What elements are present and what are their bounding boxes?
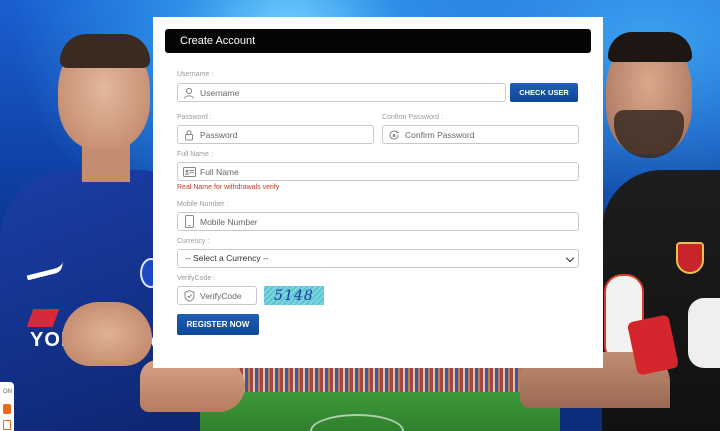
confirm-password-field[interactable]: Confirm Password	[382, 125, 579, 144]
create-account-panel: Create Account Username : Username CHECK…	[153, 17, 603, 368]
full-name-hint: Real Name for withdrawals verify	[177, 184, 280, 191]
mobile-number-field[interactable]: Mobile Number	[177, 212, 579, 231]
currency-select[interactable]: -- Select a Currency --	[177, 249, 579, 268]
mobile-phone-icon	[178, 213, 200, 230]
username-label: Username :	[177, 71, 214, 78]
username-placeholder: Username	[200, 87, 240, 98]
goalkeeper-glove-right	[688, 298, 720, 368]
full-name-placeholder: Full Name	[200, 166, 239, 177]
panel-title: Create Account	[165, 29, 591, 53]
verify-code-label: VerifyCode :	[177, 275, 216, 282]
captcha-image[interactable]: 5148	[264, 286, 324, 305]
password-label: Password :	[177, 114, 212, 121]
password-field[interactable]: Password	[177, 125, 374, 144]
mobile-label: Mobile Number :	[177, 201, 229, 208]
portugal-badge	[676, 242, 704, 274]
user-icon	[178, 84, 200, 101]
verify-code-field[interactable]: VerifyCode	[177, 286, 257, 305]
currency-selected-value: -- Select a Currency --	[185, 253, 269, 263]
left-player-hair	[60, 34, 150, 68]
id-card-icon	[178, 163, 200, 180]
mail-icon[interactable]	[3, 420, 11, 430]
side-contact-widget[interactable]: ON	[0, 382, 14, 431]
left-player-hands	[62, 302, 152, 366]
chevron-down-icon	[565, 253, 575, 263]
side-widget-label: ON	[3, 389, 12, 395]
refresh-lock-icon	[383, 126, 405, 143]
mobile-number-placeholder: Mobile Number	[200, 216, 258, 227]
full-name-label: Full Name :	[177, 151, 213, 158]
check-user-button[interactable]: CHECK USER	[510, 83, 578, 102]
right-player-hair	[608, 32, 692, 62]
lock-icon	[178, 126, 200, 143]
confirm-password-placeholder: Confirm Password	[405, 129, 475, 140]
currency-label: Currency :	[177, 238, 210, 245]
right-player-beard	[614, 110, 684, 158]
username-field[interactable]: Username	[177, 83, 506, 102]
confirm-password-label: Confirm Password :	[382, 114, 444, 121]
register-now-button[interactable]: REGISTER NOW	[177, 314, 259, 335]
full-name-field[interactable]: Full Name	[177, 162, 579, 181]
verify-code-placeholder: VerifyCode	[200, 290, 242, 301]
shield-check-icon	[178, 287, 200, 304]
password-placeholder: Password	[200, 129, 238, 140]
chat-icon[interactable]	[3, 404, 11, 414]
